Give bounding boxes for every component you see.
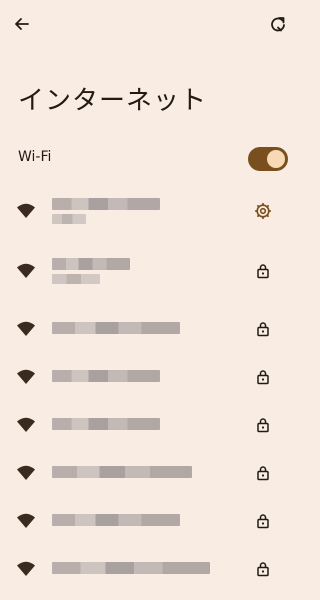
lock-indicator: [252, 318, 274, 340]
lock-icon: [257, 418, 269, 433]
lock-indicator: [252, 462, 274, 484]
network-list: [0, 186, 300, 592]
lock-icon: [257, 466, 269, 481]
network-detail: [52, 214, 86, 224]
lock-icon: [257, 562, 269, 577]
network-ssid: [52, 514, 180, 526]
network-ssid: [52, 258, 130, 270]
lock-icon: [257, 370, 269, 385]
lock-indicator: [252, 366, 274, 388]
wifi-toggle[interactable]: [248, 147, 288, 171]
back-button[interactable]: [8, 10, 36, 38]
wifi-signal-icon: [17, 203, 35, 218]
network-item[interactable]: [0, 544, 300, 592]
network-ssid: [52, 562, 210, 574]
network-item[interactable]: [0, 496, 300, 544]
network-ssid: [52, 418, 160, 430]
network-item[interactable]: [0, 448, 300, 496]
wifi-label: Wi-Fi: [18, 149, 52, 165]
network-ssid: [52, 322, 180, 334]
wifi-signal-icon: [17, 465, 35, 480]
lock-indicator: [252, 510, 274, 532]
lock-indicator: [252, 414, 274, 436]
wifi-signal-icon: [17, 561, 35, 576]
top-app-bar: [0, 0, 300, 48]
lock-indicator: [252, 558, 274, 580]
toggle-knob: [267, 150, 285, 168]
lock-icon: [257, 322, 269, 337]
wifi-signal-icon: [17, 321, 35, 336]
network-item[interactable]: [0, 400, 300, 448]
network-item-connected[interactable]: [0, 186, 300, 234]
network-ssid: [52, 466, 192, 478]
network-ssid: [52, 198, 160, 210]
refresh-button[interactable]: [264, 10, 292, 38]
lock-icon: [257, 514, 269, 529]
network-detail: [52, 274, 100, 284]
lock-icon: [257, 264, 269, 279]
lock-indicator: [252, 260, 274, 282]
network-item[interactable]: [0, 352, 300, 400]
network-item[interactable]: [0, 246, 300, 294]
wifi-toggle-row[interactable]: Wi-Fi: [0, 140, 300, 178]
network-ssid: [52, 370, 160, 382]
refresh-icon: [271, 17, 285, 32]
wifi-signal-icon: [17, 263, 35, 278]
wifi-signal-icon: [17, 369, 35, 384]
page-title: インターネット: [18, 86, 208, 116]
gear-icon: [254, 202, 272, 220]
arrow-back-icon: [15, 18, 29, 30]
network-item[interactable]: [0, 304, 300, 352]
network-settings-button[interactable]: [252, 200, 274, 222]
wifi-signal-icon: [17, 513, 35, 528]
wifi-signal-icon: [17, 417, 35, 432]
